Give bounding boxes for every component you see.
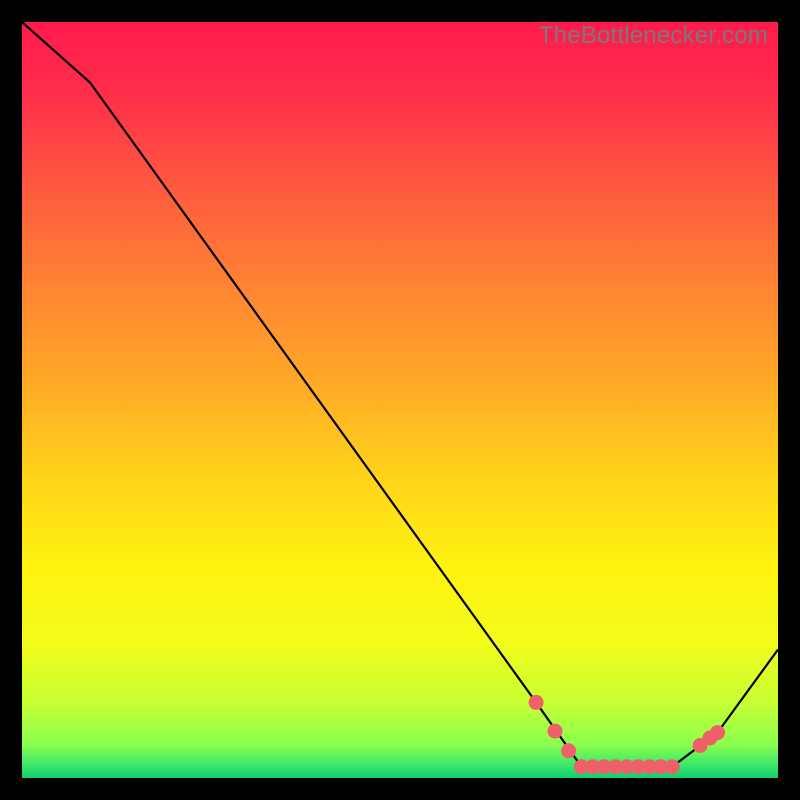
curve-marker (529, 695, 544, 710)
watermark-text: TheBottlenecker.com (539, 22, 768, 50)
curve-marker (710, 725, 725, 740)
gradient-background (22, 22, 778, 778)
curve-marker (561, 743, 576, 758)
curve-marker (548, 724, 563, 739)
curve-marker (665, 759, 680, 774)
bottleneck-chart (22, 22, 778, 778)
chart-frame: TheBottlenecker.com (22, 22, 778, 778)
